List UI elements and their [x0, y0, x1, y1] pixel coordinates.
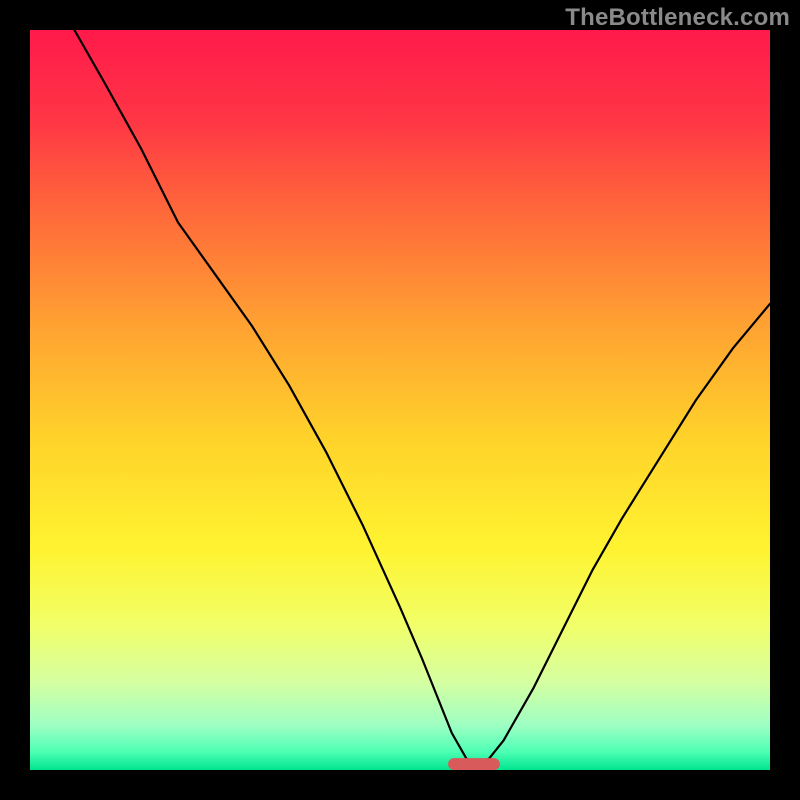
bottleneck-chart — [30, 30, 770, 770]
gradient-background — [30, 30, 770, 770]
chart-frame: TheBottleneck.com — [0, 0, 800, 800]
optimal-marker — [448, 758, 500, 770]
watermark-text: TheBottleneck.com — [565, 4, 790, 32]
